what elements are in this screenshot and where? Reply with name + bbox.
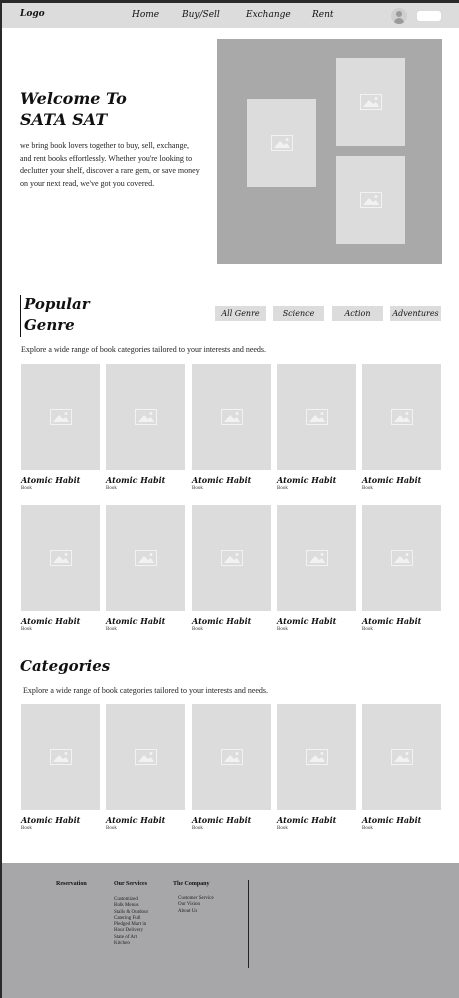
book-cover[interactable] [21, 704, 100, 810]
genre-chip-all[interactable]: All Genre [215, 306, 266, 321]
top-nav: Logo Home Buy/Sell Exchange Rent [2, 3, 459, 28]
footer-services-title: Our Services [114, 881, 148, 887]
image-placeholder-icon [220, 550, 243, 566]
book-title[interactable]: Atomic Habit [21, 475, 80, 485]
hero-description: we bring book lovers together to buy, se… [20, 141, 200, 188]
image-placeholder-icon [220, 409, 243, 425]
footer-divider [248, 880, 249, 968]
book-title[interactable]: Atomic Habit [192, 616, 251, 626]
book-cover[interactable] [362, 505, 441, 611]
popular-genre-title: Popular Genre [24, 295, 90, 334]
genre-chip-adventures[interactable]: Adventures [390, 306, 441, 321]
genre-chip-action[interactable]: Action [332, 306, 383, 321]
image-placeholder-icon [359, 94, 382, 110]
book-cover[interactable] [192, 704, 271, 810]
book-cover[interactable] [21, 505, 100, 611]
book-title[interactable]: Atomic Habit [106, 815, 165, 825]
footer-link[interactable]: About Us [178, 909, 214, 915]
nav-link-exchange[interactable]: Exchange [246, 10, 291, 20]
popular-description: Explore a wide range of book categories … [21, 345, 267, 354]
book-subtitle: Book [106, 826, 117, 831]
image-placeholder-icon [134, 749, 157, 765]
footer-reservation-title[interactable]: Reservation [56, 881, 87, 887]
footer-company-list: Customer Service Our Vision About Us [178, 896, 214, 915]
book-subtitle: Book [21, 627, 32, 632]
image-placeholder-icon [134, 409, 157, 425]
book-subtitle: Book [106, 627, 117, 632]
book-subtitle: Book [277, 627, 288, 632]
book-title[interactable]: Atomic Habit [192, 815, 251, 825]
book-title[interactable]: Atomic Habit [362, 616, 421, 626]
hero-image-placeholder [336, 156, 405, 244]
book-cover[interactable] [362, 704, 441, 810]
image-placeholder-icon [220, 749, 243, 765]
book-subtitle: Book [277, 826, 288, 831]
image-placeholder-icon [270, 135, 293, 151]
book-subtitle: Book [21, 486, 32, 491]
genre-chip-science[interactable]: Science [273, 306, 324, 321]
account-button[interactable] [417, 11, 441, 21]
book-subtitle: Book [362, 826, 373, 831]
footer-company-title: The Company [173, 881, 210, 887]
book-title[interactable]: Atomic Habit [362, 815, 421, 825]
book-title[interactable]: Atomic Habit [277, 616, 336, 626]
book-cover[interactable] [106, 505, 185, 611]
book-subtitle: Book [277, 486, 288, 491]
book-cover[interactable] [192, 505, 271, 611]
image-placeholder-icon [49, 550, 72, 566]
book-title[interactable]: Atomic Habit [192, 475, 251, 485]
book-title[interactable]: Atomic Habit [106, 475, 165, 485]
book-subtitle: Book [192, 486, 203, 491]
book-subtitle: Book [362, 627, 373, 632]
book-cover[interactable] [106, 364, 185, 470]
book-cover[interactable] [277, 364, 356, 470]
book-title[interactable]: Atomic Habit [21, 616, 80, 626]
book-title[interactable]: Atomic Habit [277, 815, 336, 825]
section-accent-bar [20, 295, 21, 337]
book-title[interactable]: Atomic Habit [277, 475, 336, 485]
page: Logo Home Buy/Sell Exchange Rent Welcome… [2, 3, 459, 998]
image-placeholder-icon [305, 749, 328, 765]
image-placeholder-icon [49, 749, 72, 765]
book-subtitle: Book [192, 627, 203, 632]
hero-image-placeholder [336, 58, 405, 146]
image-placeholder-icon [134, 550, 157, 566]
categories-description: Explore a wide range of book categories … [23, 686, 269, 695]
image-placeholder-icon [359, 192, 382, 208]
book-title[interactable]: Atomic Habit [362, 475, 421, 485]
book-cover[interactable] [362, 364, 441, 470]
footer-link[interactable]: Kitchen [114, 941, 148, 947]
footer: Reservation Our Services Customized Bulk … [2, 863, 459, 998]
book-cover[interactable] [277, 704, 356, 810]
logo[interactable]: Logo [20, 9, 45, 19]
hero-image-collage [217, 39, 442, 264]
book-cover[interactable] [277, 505, 356, 611]
nav-link-home[interactable]: Home [132, 10, 159, 20]
hero-title: Welcome To SATA SAT [20, 89, 127, 129]
book-title[interactable]: Atomic Habit [106, 616, 165, 626]
book-subtitle: Book [106, 486, 117, 491]
image-placeholder-icon [305, 409, 328, 425]
nav-link-buy-sell[interactable]: Buy/Sell [182, 10, 220, 20]
image-placeholder-icon [305, 550, 328, 566]
book-cover[interactable] [192, 364, 271, 470]
image-placeholder-icon [390, 749, 413, 765]
user-avatar-icon[interactable] [391, 8, 407, 24]
book-subtitle: Book [362, 486, 373, 491]
book-subtitle: Book [192, 826, 203, 831]
hero-image-placeholder [247, 99, 316, 187]
categories-title: Categories [20, 657, 111, 675]
footer-link[interactable]: Stalls & Outdoor [114, 910, 148, 916]
image-placeholder-icon [390, 550, 413, 566]
image-placeholder-icon [49, 409, 72, 425]
nav-link-rent[interactable]: Rent [312, 10, 334, 20]
book-cover[interactable] [21, 364, 100, 470]
book-cover[interactable] [106, 704, 185, 810]
footer-services-list: Customized Bulk Menus Stalls & Outdoor Cate… [114, 897, 148, 947]
book-title[interactable]: Atomic Habit [21, 815, 80, 825]
book-subtitle: Book [21, 826, 32, 831]
image-placeholder-icon [390, 409, 413, 425]
